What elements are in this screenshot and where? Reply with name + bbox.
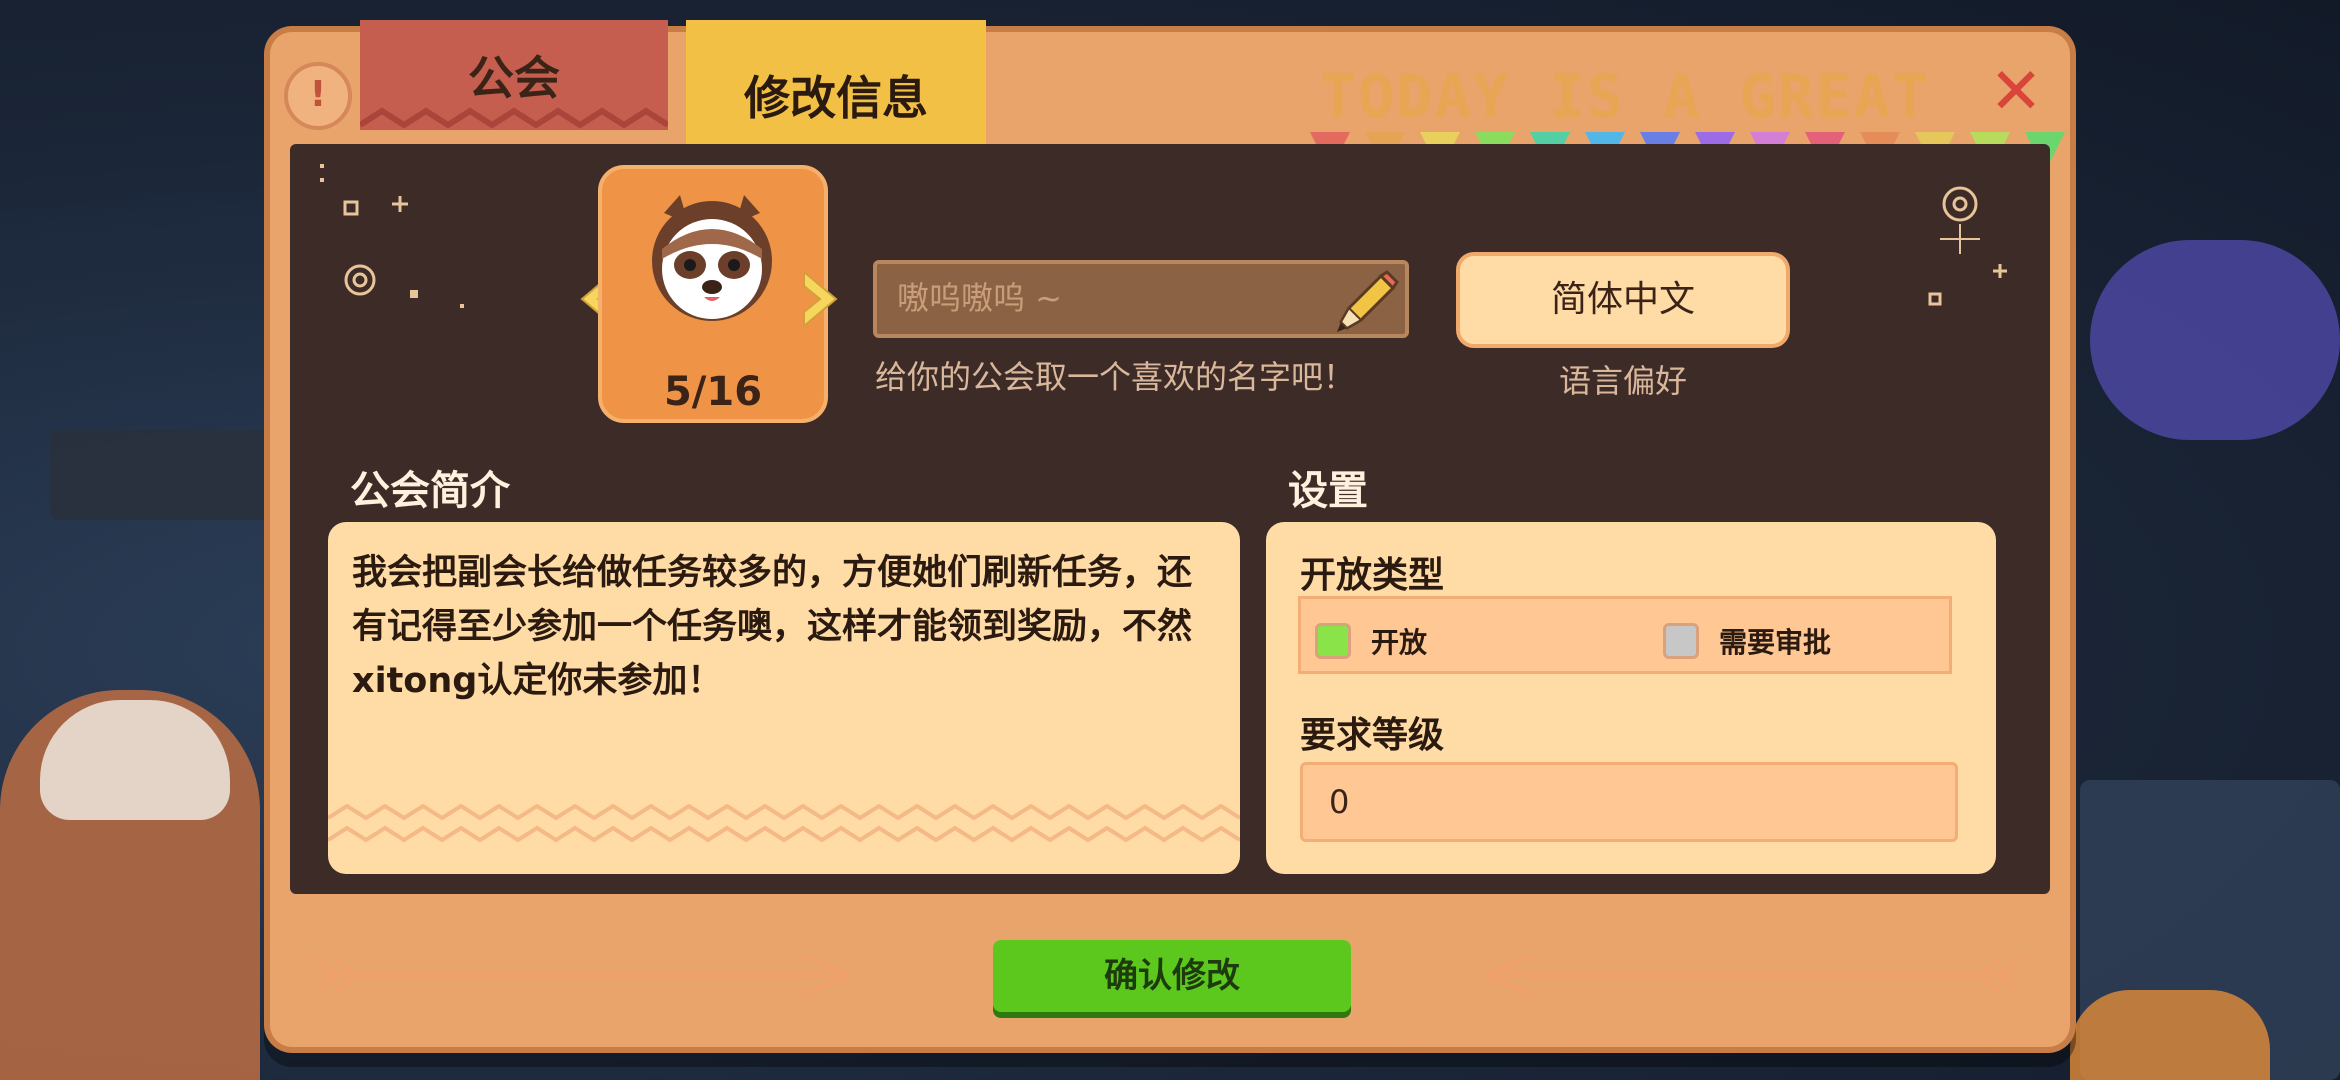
arrow-ornament-left [311,953,856,997]
open-radio-checked[interactable] [1315,623,1351,659]
guild-intro-text[interactable]: 我会把副会长给做任务较多的，方便她们刷新任务，还有记得至少参加一个任务噢，这样才… [352,546,1222,708]
settings-title: 设置 [1288,468,1368,514]
approval-radio-unchecked[interactable] [1663,623,1699,659]
avatar-index: 5/16 [663,369,763,415]
tab-guild[interactable]: 公会 [360,20,668,130]
raccoon-avatar-icon [652,195,772,321]
open-type-label: 开放类型 [1300,555,1445,596]
option-approval-label: 需要审批 [1719,626,1832,659]
guild-name-field[interactable] [873,260,1409,338]
arrow-ornament-right [1479,953,2024,997]
guild-name-hint: 给你的公会取一个喜欢的名字吧！ [875,358,1356,396]
tab-guild-label: 公会 [468,51,560,105]
intro-zigzag-pattern [328,804,1240,843]
close-button[interactable]: ✕ [1984,60,2048,126]
settings-box: 开放类型 开放 需要审批 要求等级 0 [1266,522,1996,874]
guild-name-input[interactable] [895,278,1329,318]
sparkle-ornament-right [1928,186,2007,306]
language-select[interactable]: 简体中文 [1456,252,1790,348]
avatar-next-button[interactable] [798,268,842,330]
option-approval[interactable]: 需要审批 [1663,621,1831,661]
intro-title: 公会简介 [350,468,510,514]
confirm-button[interactable]: 确认修改 [993,940,1351,1012]
guild-intro-box[interactable]: 我会把副会长给做任务较多的，方便她们刷新任务，还有记得至少参加一个任务噢，这样才… [328,522,1240,874]
open-type-options: 开放 需要审批 [1298,596,1952,674]
guild-avatar-selector[interactable]: 5/16 [598,165,828,423]
tab-edit-info-label: 修改信息 [744,71,928,125]
tab-zigzag [360,107,668,129]
option-open[interactable]: 开放 [1315,621,1427,661]
required-level-input[interactable]: 0 [1300,762,1958,842]
sparkle-ornament-left [320,164,464,308]
language-label: 语言偏好 [1558,362,1687,400]
help-button[interactable]: ! [284,62,352,130]
pencil-icon[interactable] [1329,268,1399,338]
level-label: 要求等级 [1300,715,1445,756]
option-open-label: 开放 [1371,626,1428,659]
